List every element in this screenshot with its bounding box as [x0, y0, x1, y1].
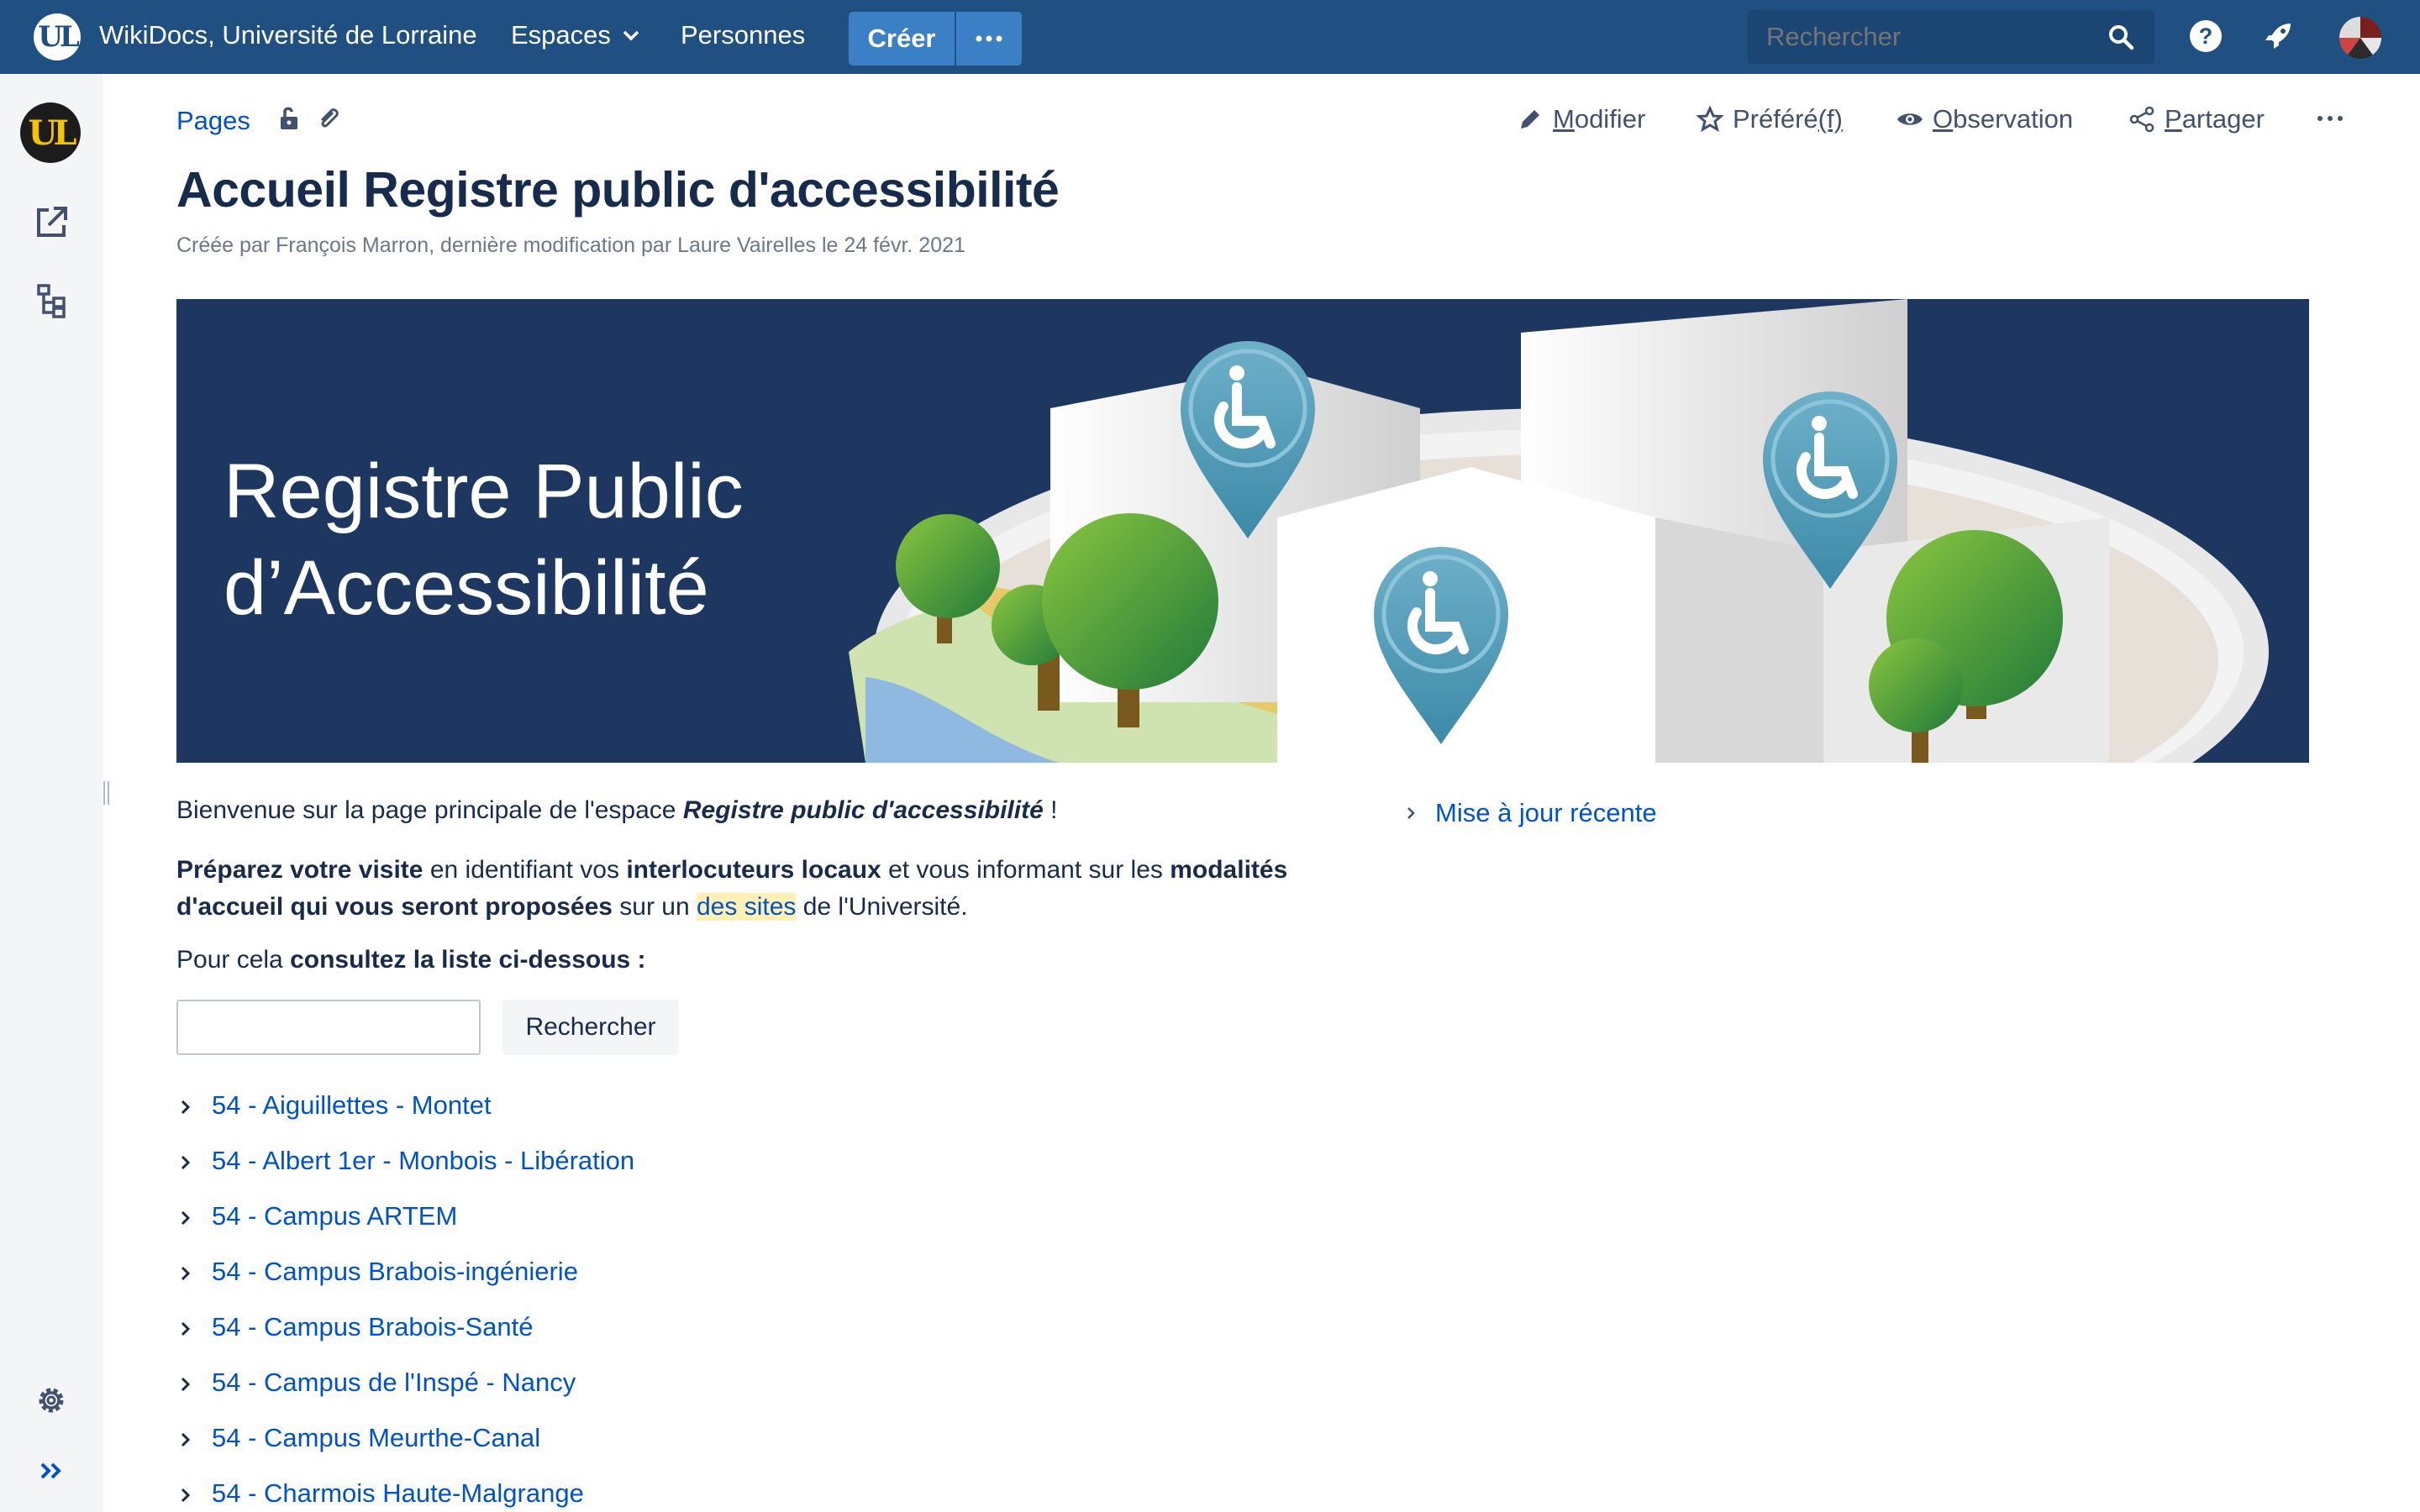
- site-link[interactable]: 54 - Albert 1er - Monbois - Libération: [212, 1146, 634, 1176]
- list-item[interactable]: 54 - Campus ARTEM: [176, 1201, 634, 1257]
- site-link[interactable]: 54 - Campus ARTEM: [212, 1201, 457, 1231]
- list-item[interactable]: 54 - Campus Brabois-Santé: [176, 1312, 634, 1368]
- banner-title-line2: d’Accessibilité: [224, 545, 709, 631]
- unlock-icon[interactable]: [276, 104, 304, 133]
- list-item[interactable]: 54 - Campus Meurthe-Canal: [176, 1423, 634, 1478]
- site-search-input[interactable]: [176, 1000, 481, 1055]
- chevron-right-icon[interactable]: [176, 1257, 205, 1290]
- site-link[interactable]: 54 - Campus Brabois-Santé: [212, 1312, 534, 1342]
- create-button[interactable]: Créer: [849, 12, 955, 66]
- page-metadata: Créée par François Marron, dernière modi…: [176, 234, 965, 257]
- pencil-icon: [1521, 110, 1539, 129]
- more-dots-icon: [2317, 116, 2343, 121]
- chevron-right-icon[interactable]: [176, 1146, 205, 1179]
- chevron-right-icon[interactable]: [176, 1312, 205, 1346]
- espaces-menu[interactable]: Espaces: [511, 20, 639, 50]
- sidebar-resize-handle[interactable]: [103, 781, 112, 805]
- rocket-icon[interactable]: [2262, 18, 2296, 52]
- watch-button[interactable]: Observation: [1896, 104, 2073, 134]
- page-title: Accueil Registre public d'accessibilité: [176, 162, 1060, 218]
- list-item[interactable]: 54 - Albert 1er - Monbois - Libération: [176, 1146, 634, 1201]
- share-icon: [2129, 106, 2154, 133]
- des-sites-link[interactable]: des sites: [697, 893, 797, 921]
- search-icon[interactable]: [2106, 22, 2136, 52]
- breadcrumb-pages-link[interactable]: Pages: [176, 106, 250, 136]
- university-logo-icon[interactable]: UL: [34, 13, 81, 60]
- site-link[interactable]: 54 - Campus Brabois-ingénierie: [212, 1257, 578, 1287]
- attachment-icon[interactable]: [314, 104, 343, 133]
- global-search-input[interactable]: [1748, 10, 2154, 64]
- intro-paragraph: Préparez votre visite en identifiant vos…: [176, 856, 1288, 921]
- site-link[interactable]: 54 - Campus Meurthe-Canal: [212, 1423, 540, 1453]
- list-item[interactable]: 54 - Campus Brabois-ingénierie: [176, 1257, 634, 1312]
- chevron-right-icon[interactable]: [176, 1201, 205, 1235]
- gear-icon[interactable]: [32, 1381, 71, 1420]
- favorite-button[interactable]: Préféré(f): [1696, 104, 1843, 134]
- star-icon: [1696, 105, 1724, 133]
- share-button[interactable]: Partager: [2128, 104, 2265, 134]
- chevron-right-icon[interactable]: [176, 1368, 205, 1401]
- expand-sidebar-icon[interactable]: [32, 1452, 71, 1490]
- page-header-bar: Pages Modifier Préféré(f) Observation Pa…: [176, 102, 2343, 144]
- site-link[interactable]: 54 - Aiguillettes - Montet: [212, 1090, 492, 1121]
- user-avatar[interactable]: [2339, 17, 2381, 59]
- chevron-right-icon: [1407, 807, 1415, 819]
- site-title-link[interactable]: WikiDocs, Université de Lorraine: [99, 20, 477, 50]
- more-actions-button[interactable]: [2316, 104, 2344, 133]
- instruction-paragraph: Pour cela consultez la liste ci-dessous …: [176, 946, 646, 974]
- external-link-icon[interactable]: [32, 203, 71, 242]
- accessibility-banner-image: Registre Public d’Accessibilité: [176, 299, 2309, 763]
- chevron-right-icon[interactable]: [176, 1478, 205, 1512]
- espaces-label: Espaces: [511, 20, 611, 50]
- list-item[interactable]: 54 - Aiguillettes - Montet: [176, 1090, 634, 1146]
- top-navigation-bar: UL WikiDocs, Université de Lorraine Espa…: [0, 0, 2420, 74]
- chevron-right-icon[interactable]: [176, 1423, 205, 1457]
- welcome-paragraph: Bienvenue sur la page principale de l'es…: [176, 796, 1058, 824]
- banner-title-line1: Registre Public: [224, 449, 744, 534]
- chevron-down-icon: [623, 30, 639, 41]
- more-dots-icon: [976, 35, 1002, 42]
- sites-list: 54 - Aiguillettes - Montet 54 - Albert 1e…: [176, 1090, 634, 1512]
- site-link[interactable]: 54 - Campus de l'Inspé - Nancy: [212, 1368, 576, 1398]
- site-link[interactable]: 54 - Charmois Haute-Malgrange: [212, 1478, 584, 1509]
- create-more-button[interactable]: [956, 12, 1022, 66]
- space-sidebar: UL: [0, 74, 103, 1512]
- space-logo-icon[interactable]: UL: [20, 102, 81, 163]
- personnes-link[interactable]: Personnes: [681, 20, 805, 50]
- recent-updates-toggle[interactable]: Mise à jour récente: [1403, 798, 1657, 828]
- list-item[interactable]: 54 - Campus de l'Inspé - Nancy: [176, 1368, 634, 1423]
- list-item[interactable]: 54 - Charmois Haute-Malgrange: [176, 1478, 634, 1512]
- eye-icon: [1897, 113, 1923, 125]
- page-tree-icon[interactable]: [32, 282, 71, 321]
- site-search-button[interactable]: Rechercher: [502, 1000, 679, 1055]
- help-icon[interactable]: ?: [2190, 20, 2222, 52]
- edit-button[interactable]: Modifier: [1516, 104, 1645, 134]
- chevron-right-icon[interactable]: [176, 1090, 205, 1124]
